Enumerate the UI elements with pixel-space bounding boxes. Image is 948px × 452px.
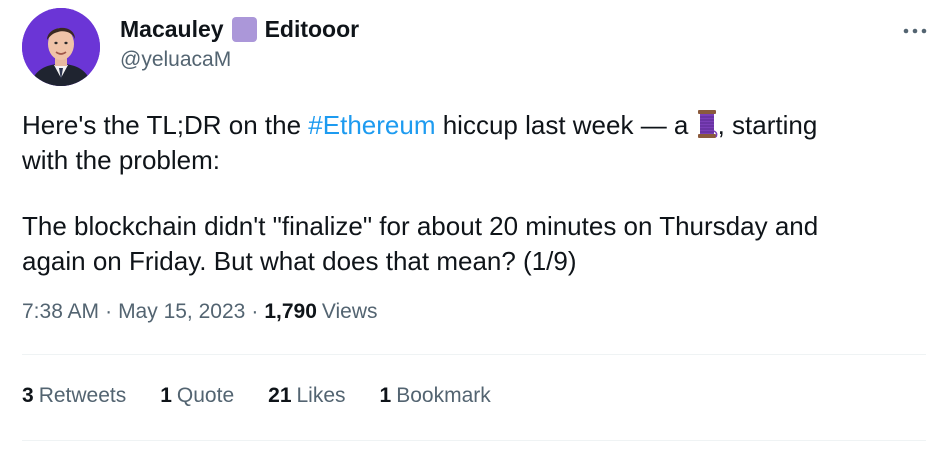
- tweet-line: again on Friday. But what does that mean…: [22, 246, 577, 276]
- retweets-stat[interactable]: 3 Retweets: [22, 384, 126, 408]
- purple-square-emoji-icon: [231, 16, 257, 42]
- tweet-text-segment: hiccup last week — a: [435, 110, 696, 140]
- views-label: Views: [321, 300, 378, 323]
- tweet: Macauley Editooor @yeluacaM Here's the T…: [0, 0, 948, 452]
- divider: [22, 354, 926, 355]
- avatar[interactable]: [22, 8, 100, 86]
- tweet-line: with the problem:: [22, 145, 220, 175]
- tweet-date[interactable]: May 15, 2023: [118, 300, 245, 324]
- quotes-count: 1: [160, 384, 172, 407]
- likes-stat[interactable]: 21 Likes: [268, 384, 345, 408]
- divider: [22, 440, 926, 441]
- separator: ·: [105, 300, 113, 323]
- retweets-count: 3: [22, 384, 34, 407]
- quotes-label: Quote: [176, 384, 235, 407]
- tweet-text: Here's the TL;DR on the #Ethereum hiccup…: [22, 108, 922, 279]
- tweet-metadata: 7:38 AM · May 15, 2023 · 1,790 Views: [22, 300, 378, 324]
- engagement-stats: 3 Retweets 1 Quote 21 Likes 1 Bookmark: [22, 384, 525, 408]
- likes-count: 21: [268, 384, 292, 407]
- tweet-line: The blockchain didn't "finalize" for abo…: [22, 211, 819, 241]
- views-count: 1,790: [264, 300, 317, 323]
- display-name-suffix[interactable]: Editooor: [265, 16, 360, 43]
- bookmarks-count: 1: [379, 384, 392, 407]
- tweet-text-segment: Here's the TL;DR on the: [22, 110, 309, 140]
- author-name-row[interactable]: Macauley Editooor: [120, 14, 359, 44]
- more-options-button[interactable]: [898, 22, 932, 40]
- separator: ·: [251, 300, 259, 323]
- avatar-portrait-icon: [22, 8, 100, 86]
- more-horizontal-icon: [903, 28, 927, 34]
- bookmarks-stat[interactable]: 1 Bookmark: [380, 384, 491, 408]
- thread-spool-emoji-icon: [696, 109, 718, 139]
- hashtag-link[interactable]: #Ethereum: [308, 110, 435, 140]
- author-handle[interactable]: @yeluacaM: [120, 48, 231, 72]
- bookmarks-label: Bookmark: [396, 384, 491, 407]
- retweets-label: Retweets: [38, 384, 127, 407]
- tweet-text-segment: , starting: [717, 110, 818, 140]
- display-name[interactable]: Macauley: [120, 16, 224, 43]
- likes-label: Likes: [296, 384, 346, 407]
- quotes-stat[interactable]: 1 Quote: [160, 384, 234, 408]
- tweet-line: Here's the TL;DR on the #Ethereum hiccup…: [22, 108, 922, 143]
- tweet-time[interactable]: 7:38 AM: [22, 300, 99, 324]
